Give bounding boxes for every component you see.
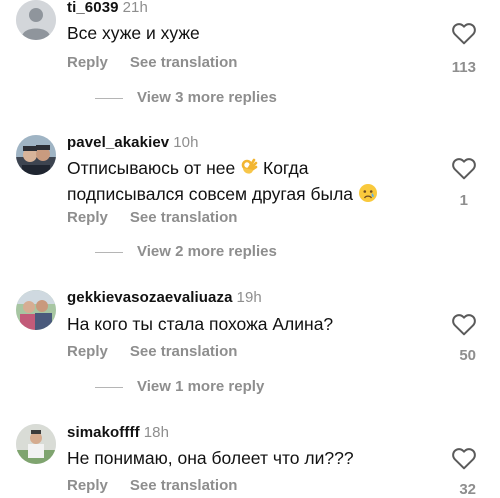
comment-username[interactable]: pavel_akakiev 10h xyxy=(67,134,199,151)
reply-button[interactable]: Reply xyxy=(67,477,108,494)
comment-time: 19h xyxy=(236,289,262,306)
divider-line xyxy=(95,251,123,253)
comment-time: 18h xyxy=(143,424,170,441)
username-text[interactable]: pavel_akakiev xyxy=(67,134,169,151)
photo-avatar xyxy=(16,290,56,330)
view-more-replies-button[interactable]: View 3 more replies xyxy=(95,89,277,106)
view-more-label[interactable]: View 1 more reply xyxy=(137,378,264,395)
photo-avatar xyxy=(16,424,56,464)
comment-actions: Reply See translation xyxy=(67,477,237,494)
avatar[interactable] xyxy=(16,424,56,464)
like-count: 50 xyxy=(459,347,476,364)
comment-text: Все хуже и хуже xyxy=(67,23,200,43)
reply-button[interactable]: Reply xyxy=(67,343,108,360)
divider-line xyxy=(95,386,123,388)
comment-text-part: Когда xyxy=(263,158,309,178)
comment-text-line: подписывался совсем другая была xyxy=(67,184,354,204)
avatar[interactable] xyxy=(16,290,56,330)
comment-username[interactable]: ti_6039 21h xyxy=(67,0,148,16)
see-translation-button[interactable]: See translation xyxy=(130,54,238,71)
see-translation-button[interactable]: See translation xyxy=(130,477,238,494)
comment-actions: Reply See translation xyxy=(67,54,237,71)
crying-face-emoji xyxy=(358,183,378,209)
avatar[interactable] xyxy=(16,0,56,40)
heart-icon[interactable] xyxy=(451,21,477,45)
comment-text: Не понимаю, она болеет что ли??? xyxy=(67,448,354,468)
avatar[interactable] xyxy=(16,135,56,175)
comment-time: 21h xyxy=(122,0,148,16)
like-count: 1 xyxy=(459,192,468,209)
comment-actions: Reply See translation xyxy=(67,343,237,360)
view-more-label[interactable]: View 2 more replies xyxy=(137,243,277,260)
comment-actions: Reply See translation xyxy=(67,209,237,226)
reply-button[interactable]: Reply xyxy=(67,54,108,71)
username-text[interactable]: ti_6039 xyxy=(67,0,119,16)
see-translation-button[interactable]: See translation xyxy=(130,343,238,360)
view-more-replies-button[interactable]: View 2 more replies xyxy=(95,243,277,260)
heart-icon[interactable] xyxy=(451,312,477,336)
username-text[interactable]: gekkievasozaevaliuaza xyxy=(67,289,233,306)
heart-icon[interactable] xyxy=(451,156,477,180)
divider-line xyxy=(95,97,123,99)
view-more-replies-button[interactable]: View 1 more reply xyxy=(95,378,264,395)
comment-time: 10h xyxy=(173,134,199,151)
comment-text: На кого ты стала похожа Алина? xyxy=(67,314,334,334)
like-count: 113 xyxy=(451,59,476,76)
view-more-label[interactable]: View 3 more replies xyxy=(137,89,277,106)
username-text[interactable]: simakoffff xyxy=(67,424,140,441)
like-count: 32 xyxy=(459,481,476,498)
see-translation-button[interactable]: See translation xyxy=(130,209,238,226)
ok-hand-emoji xyxy=(240,157,258,183)
comment-username[interactable]: gekkievasozaevaliuaza 19h xyxy=(67,289,262,306)
comment-username[interactable]: simakoffff 18h xyxy=(67,424,169,441)
default-avatar-icon xyxy=(16,0,56,40)
reply-button[interactable]: Reply xyxy=(67,209,108,226)
photo-avatar xyxy=(16,135,56,175)
heart-icon[interactable] xyxy=(451,446,477,470)
comment-text-part: Отписываюсь от нее xyxy=(67,158,236,178)
comment-text: Отписываюсь от нее Когда подписывался со… xyxy=(67,157,427,209)
